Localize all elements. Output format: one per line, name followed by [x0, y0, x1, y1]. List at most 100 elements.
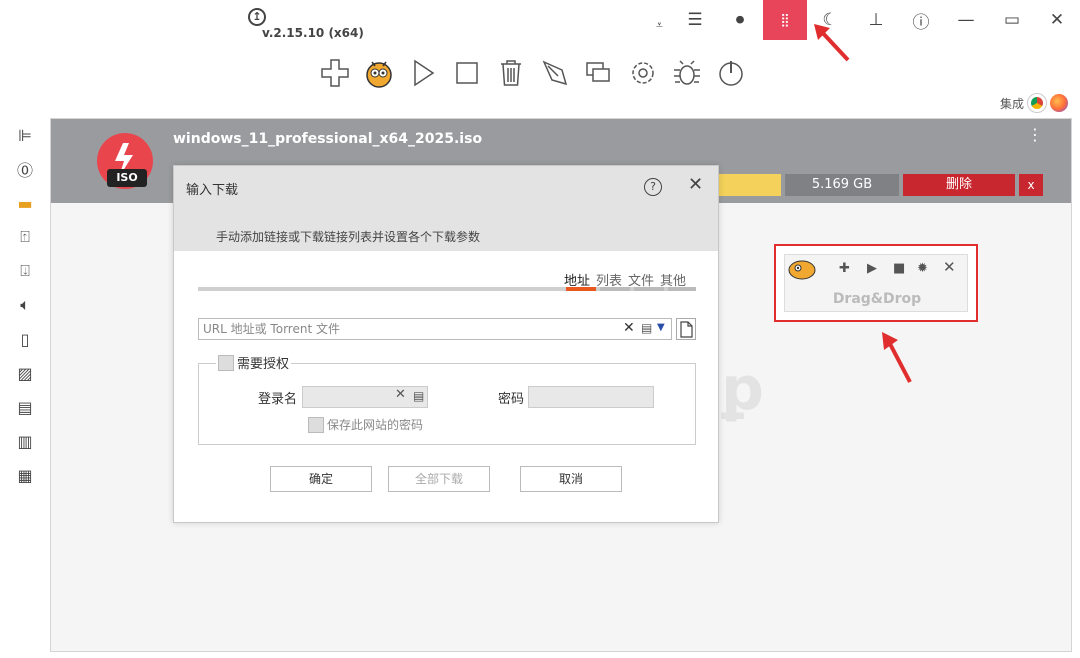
- chrome-icon[interactable]: [1027, 93, 1047, 113]
- auth-required-checkbox[interactable]: 需要授权: [216, 353, 292, 372]
- sidebar-item-audio[interactable]: 🔈︎: [0, 288, 50, 322]
- dragdrop-toggle-icon: ⣿: [780, 12, 790, 28]
- clear-login-icon[interactable]: ✕: [395, 387, 406, 402]
- sidebar-item-video[interactable]: ▯: [0, 322, 50, 356]
- progress-bar: [719, 174, 781, 196]
- pin-button[interactable]: ⊥: [854, 0, 898, 40]
- minimize-icon: —: [957, 10, 975, 30]
- main-toolbar: [316, 52, 750, 96]
- windows-button[interactable]: [580, 52, 618, 94]
- ok-button[interactable]: 确定: [270, 466, 372, 492]
- add-icon[interactable]: ✚: [839, 261, 850, 276]
- download-all-button[interactable]: 全部下载: [388, 466, 490, 492]
- pin-icon: ⊥: [868, 10, 884, 30]
- stop-icon[interactable]: ■: [893, 261, 905, 276]
- play-icon: [414, 59, 435, 87]
- save-password-box[interactable]: [308, 416, 324, 433]
- mascot-button[interactable]: [360, 52, 398, 94]
- settings-button[interactable]: [624, 52, 662, 94]
- image-icon: ▨: [17, 363, 33, 383]
- maximize-button[interactable]: ▭: [990, 0, 1034, 40]
- windows-icon: [586, 62, 610, 82]
- audio-icon: 🔈︎: [20, 295, 30, 314]
- tree-icon: ⊫: [18, 125, 32, 145]
- document-icon: ▥: [17, 431, 33, 451]
- add-download-button[interactable]: [316, 52, 354, 94]
- url-input[interactable]: [199, 319, 609, 339]
- checkbox-box[interactable]: [218, 354, 234, 371]
- ant-mascot-icon: [788, 260, 816, 280]
- boost-button[interactable]: [536, 52, 574, 94]
- about-icon[interactable]: ↥: [248, 8, 266, 26]
- record-button[interactable]: ⏺: [718, 0, 762, 40]
- menu-button[interactable]: ☰: [673, 0, 717, 40]
- help-button[interactable]: ⓘ: [899, 0, 943, 40]
- sidebar-item-download[interactable]: ⍗: [0, 254, 50, 288]
- close-icon[interactable]: ✕: [943, 258, 956, 276]
- stop-button[interactable]: [448, 52, 486, 94]
- more-options-icon[interactable]: ⋮: [1027, 125, 1043, 144]
- login-field[interactable]: ✕ ▤: [302, 386, 428, 408]
- dialog-title: 输入下载: [186, 183, 239, 198]
- open-file-button[interactable]: [676, 318, 696, 340]
- film-icon: ▯: [20, 329, 30, 349]
- archive-icon: ▦: [17, 465, 33, 485]
- paste-login-icon[interactable]: ▤: [413, 389, 424, 403]
- delete-download-button[interactable]: 删除: [903, 174, 1015, 196]
- sidebar-item-window[interactable]: ▤: [0, 390, 50, 424]
- sidebar-item-tree[interactable]: ⊫: [0, 118, 50, 152]
- dragdrop-panel[interactable]: ✚ ▶ ■ ✹ ✕ Drag&Drop: [784, 254, 968, 312]
- dragdrop-label: Drag&Drop: [832, 291, 922, 307]
- paste-icon[interactable]: ▤: [641, 321, 652, 335]
- background-watermark: ꝑ: [721, 354, 764, 424]
- dragdrop-toggle-button[interactable]: ⣿: [763, 0, 807, 40]
- gear-icon: [632, 62, 654, 84]
- sidebar-item-folder[interactable]: ▬: [0, 186, 50, 220]
- folder-icon: ▬: [17, 193, 33, 213]
- sidebar-item-unknown[interactable]: ⓪: [0, 152, 50, 186]
- close-icon: ✕: [1049, 10, 1065, 30]
- save-password-checkbox[interactable]: 保存此网站的密码: [308, 416, 423, 433]
- tab-indicator-file: [634, 287, 664, 291]
- dragdrop-highlight: ✚ ▶ ■ ✹ ✕ Drag&Drop: [774, 244, 978, 322]
- sidebar-item-archive[interactable]: ▦: [0, 458, 50, 492]
- sidebar: ⊫ ⓪ ▬ ⍐ ⍗ 🔈︎ ▯ ▨ ▤ ▥ ▦: [0, 118, 50, 658]
- dropdown-arrow-icon[interactable]: ⩡: [656, 18, 663, 33]
- rocket-icon: [542, 60, 568, 86]
- url-history-dropdown-icon[interactable]: ▼: [657, 322, 665, 333]
- annotation-arrow-icon: [882, 332, 912, 383]
- sidebar-item-document[interactable]: ▥: [0, 424, 50, 458]
- sidebar-item-image[interactable]: ▨: [0, 356, 50, 390]
- iso-badge: ISO: [107, 169, 147, 187]
- cancel-button[interactable]: 取消: [520, 466, 622, 492]
- browser-integration: 集成: [999, 93, 1068, 113]
- active-tab-indicator: [566, 287, 596, 291]
- remove-download-button[interactable]: x: [1019, 174, 1043, 196]
- save-password-label: 保存此网站的密码: [327, 418, 424, 432]
- download-filename: windows_11_professional_x64_2025.iso: [173, 131, 483, 147]
- dialog-close-icon[interactable]: ✕: [688, 174, 703, 195]
- dialog-help-icon[interactable]: ?: [644, 178, 662, 196]
- integrate-label: 集成: [999, 96, 1024, 111]
- start-button[interactable]: [404, 52, 442, 94]
- close-button[interactable]: ✕: [1035, 0, 1079, 40]
- firefox-icon[interactable]: [1050, 94, 1068, 112]
- minimize-button[interactable]: —: [944, 0, 988, 40]
- url-field-wrapper: ✕ ▤ ▼: [198, 318, 672, 340]
- login-label: 登录名: [258, 392, 298, 407]
- window-icon: ▤: [17, 397, 33, 417]
- delete-button[interactable]: [492, 52, 530, 94]
- clear-url-icon[interactable]: ✕: [623, 320, 635, 336]
- gear-icon[interactable]: ✹: [917, 261, 928, 276]
- power-button[interactable]: [712, 52, 750, 94]
- tab-indicator-list: [600, 287, 630, 291]
- password-field[interactable]: [528, 386, 654, 408]
- bug-report-button[interactable]: [668, 52, 706, 94]
- upload-icon: ⍐: [20, 227, 30, 246]
- sidebar-item-upload[interactable]: ⍐: [0, 220, 50, 254]
- title-bar: ↥ v.2.15.10 (x64) ⩡ ☰ ⏺ ⣿ ☾ ⊥ ⓘ — ▭ ✕: [0, 0, 1080, 40]
- add-download-dialog: 输入下载 ? ✕ 手动添加链接或下载链接列表并设置各个下载参数 地址 列表 文件…: [173, 165, 719, 523]
- play-icon[interactable]: ▶: [867, 261, 877, 276]
- help-icon: ⓘ: [912, 12, 930, 33]
- download-icon: ⍗: [20, 261, 30, 280]
